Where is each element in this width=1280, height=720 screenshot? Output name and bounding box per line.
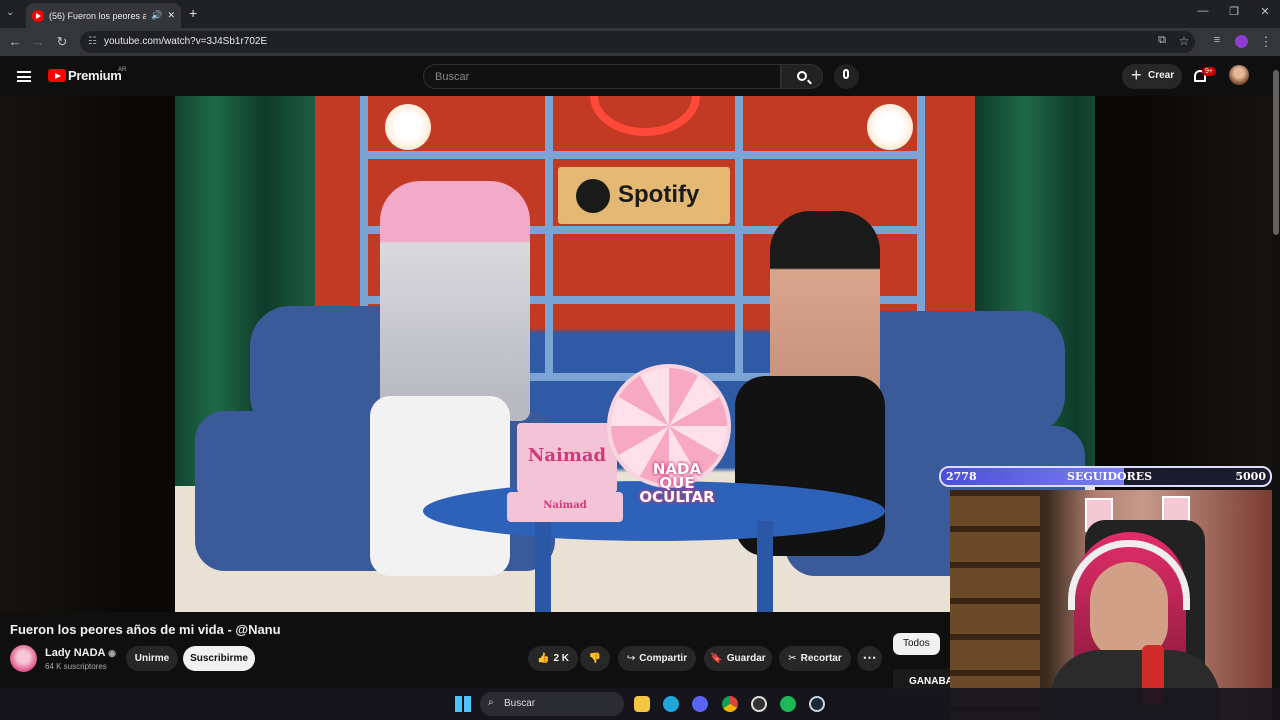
taskbar-search-label: Buscar (504, 698, 536, 709)
host-left-legs (370, 396, 510, 576)
host-left (380, 181, 530, 421)
url-text: youtube.com/watch?v=3J4Sb1r702E (104, 36, 268, 47)
table-leg (535, 521, 551, 612)
install-app-icon[interactable]: ⧉ (1153, 34, 1171, 47)
more-actions-button[interactable]: ⋯ (857, 646, 882, 671)
bookmark-icon: 🔖 (710, 653, 723, 664)
youtube-favicon-icon (32, 9, 44, 22)
search-icon (797, 71, 807, 81)
clip-label: Recortar (800, 653, 842, 664)
back-icon[interactable]: ← (6, 34, 24, 49)
taskbar-search-icon: ⌕ (488, 697, 494, 708)
youtube-logo-icon[interactable] (48, 69, 66, 82)
file-explorer-icon[interactable] (634, 696, 650, 712)
notifications-badge: 9+ (1202, 67, 1216, 76)
start-icon[interactable] (455, 696, 471, 712)
site-info-icon[interactable]: ☷ (88, 36, 97, 47)
scrollbar-thumb[interactable] (1273, 70, 1279, 235)
reload-icon[interactable]: ↻ (53, 34, 71, 50)
nada-que-ocultar-sign: NADA QUE OCULTAR (639, 460, 715, 506)
browser-tab-strip: ⌄ (56) Fueron los peores años de mi vida… (0, 0, 1280, 28)
shelf-post (735, 96, 743, 381)
microphone-icon (843, 69, 849, 79)
shelf-board (360, 151, 925, 159)
subscriber-count: 64 K suscriptores (45, 662, 107, 671)
follower-goal: 5000 (1235, 470, 1266, 483)
address-bar[interactable]: ☷ youtube.com/watch?v=3J4Sb1r702E (80, 31, 1195, 53)
country-code: AR (118, 67, 127, 73)
follower-label: SEGUIDORES (1067, 470, 1153, 483)
left-lamp (385, 104, 431, 150)
right-lamp (867, 104, 913, 150)
tab-close-icon[interactable]: ✕ (167, 10, 175, 21)
voice-search-button[interactable] (834, 64, 859, 89)
steam-icon[interactable] (809, 696, 825, 712)
verified-icon: ◉ (108, 648, 117, 658)
chrome-icon[interactable] (722, 696, 738, 712)
forward-icon[interactable]: → (29, 34, 47, 49)
media-controls-icon[interactable]: ≡ (1208, 34, 1226, 46)
discord-icon[interactable] (692, 696, 708, 712)
profile-icon[interactable] (1235, 35, 1248, 48)
follower-goal-bar: 2778 SEGUIDORES 5000 (939, 466, 1272, 487)
shelf-post (545, 96, 553, 381)
speaker-icon[interactable]: 🔊 (151, 10, 162, 21)
share-button[interactable]: ↪ Compartir (618, 646, 696, 671)
edge-icon[interactable] (663, 696, 679, 712)
create-button[interactable]: Crear (1122, 64, 1182, 89)
spotify-icon[interactable] (780, 696, 796, 712)
page-scrollbar[interactable] (1272, 56, 1280, 720)
close-window-button[interactable]: ✕ (1250, 5, 1280, 18)
save-button[interactable]: 🔖 Guardar (704, 646, 772, 671)
naimad-box: Naimad (517, 423, 617, 493)
tab-search-icon[interactable]: ⌄ (6, 7, 14, 18)
like-button[interactable]: 👍 2 K (528, 646, 578, 671)
naimad-box-small: Naimad (507, 492, 623, 522)
join-button[interactable]: Unirme (126, 646, 178, 671)
follower-current: 2778 (946, 470, 977, 483)
taskbar-search[interactable]: ⌕ Buscar (480, 692, 624, 716)
menu-icon[interactable] (17, 71, 31, 82)
webcam-bookcase (950, 490, 1040, 720)
video-title: Fueron los peores años de mi vida - @Nan… (10, 622, 281, 637)
browser-toolbar: ← → ↻ ☷ youtube.com/watch?v=3J4Sb1r702E … (0, 28, 1280, 56)
new-tab-button[interactable]: + (189, 5, 197, 21)
tab-title: (56) Fueron los peores años de mi vida -… (49, 10, 147, 21)
share-icon: ↪ (626, 653, 636, 664)
spotify-sign: Spotify (558, 167, 730, 224)
thumbs-up-icon: 👍 (536, 653, 550, 664)
minimize-button[interactable]: — (1188, 5, 1218, 17)
save-label: Guardar (726, 653, 766, 664)
like-count: 2 K (553, 653, 569, 664)
browser-tab[interactable]: (56) Fueron los peores años de mi vida -… (26, 3, 181, 28)
search-button[interactable] (781, 64, 823, 89)
bookmark-star-icon[interactable]: ☆ (1175, 34, 1193, 48)
channel-name[interactable]: Lady NADA ◉ (45, 647, 116, 659)
channel-name-text[interactable]: Lady NADA (45, 647, 105, 659)
webcam-overlay (950, 490, 1272, 720)
account-avatar[interactable] (1229, 65, 1249, 85)
guest-right (770, 211, 880, 401)
share-label: Compartir (639, 653, 688, 664)
channel-avatar[interactable] (10, 645, 37, 672)
clip-button[interactable]: ✂ Recortar (779, 646, 851, 671)
thumbs-down-icon: 👎 (588, 653, 602, 664)
scissors-icon: ✂ (788, 653, 797, 664)
subscribe-button[interactable]: Suscribirme (183, 646, 255, 671)
obs-icon[interactable] (751, 696, 767, 712)
restore-button[interactable]: ❐ (1219, 5, 1249, 18)
windows-taskbar: ⌕ Buscar (0, 688, 1280, 720)
brand-label[interactable]: Premium (68, 68, 122, 83)
search-input[interactable]: Buscar (423, 64, 781, 89)
table-leg (757, 521, 773, 612)
dislike-button[interactable]: 👎 (580, 646, 610, 671)
chip-all[interactable]: Todos (893, 633, 940, 655)
chrome-menu-icon[interactable]: ⋮ (1257, 34, 1275, 50)
youtube-header: Premium AR Buscar Crear 9+ (0, 56, 1280, 96)
